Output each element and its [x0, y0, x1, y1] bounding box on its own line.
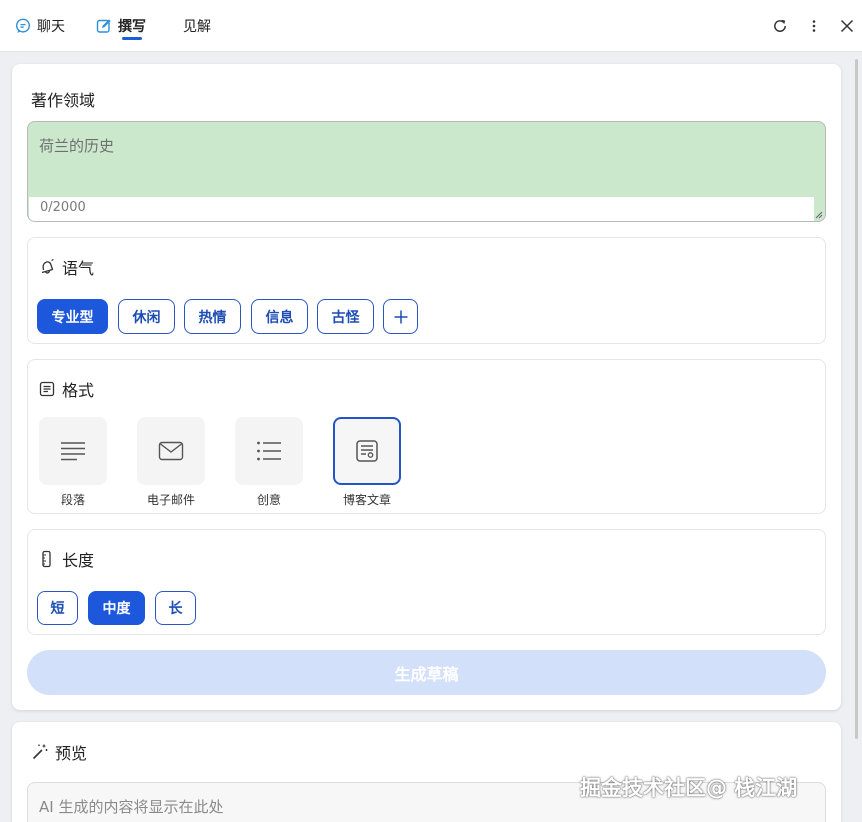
top-bar: 聊天 撰写 见解 — [0, 0, 862, 52]
format-tile — [137, 417, 205, 485]
preview-placeholder: AI 生成的内容将显示在此处 — [39, 798, 224, 816]
format-tile — [333, 417, 401, 485]
add-tone-button[interactable] — [383, 299, 418, 334]
tone-chip-label: 热情 — [198, 309, 227, 326]
tone-chip-professional[interactable]: 专业型 — [37, 299, 108, 334]
format-tile — [39, 417, 107, 485]
topic-field[interactable]: 0/2000 — [27, 121, 826, 222]
scrollbar-thumb[interactable] — [855, 59, 858, 739]
format-option-paragraph[interactable]: 段落 — [38, 417, 108, 508]
tone-section: 语气 专业型 休闲 热情 信息 古怪 — [27, 237, 826, 344]
length-section: 长度 短 中度 长 — [27, 529, 826, 635]
format-tile — [235, 417, 303, 485]
length-header: 长度 — [38, 547, 94, 571]
close-button[interactable] — [836, 15, 858, 37]
blog-post-icon — [356, 440, 378, 462]
tone-chip-informational[interactable]: 信息 — [251, 299, 308, 334]
tone-chip-label: 专业型 — [51, 309, 94, 326]
length-chip-long[interactable]: 长 — [155, 591, 196, 625]
refresh-button[interactable] — [769, 15, 791, 37]
compose-icon — [96, 19, 111, 33]
tab-compose-label: 撰写 — [118, 19, 146, 35]
tone-chip-enthusiastic[interactable]: 热情 — [184, 299, 241, 334]
format-label: 电子邮件 — [146, 493, 195, 507]
paragraph-icon — [61, 442, 85, 461]
tone-chip-label: 古怪 — [331, 309, 360, 326]
format-label: 创意 — [256, 493, 281, 507]
format-label: 博客文章 — [342, 493, 391, 507]
magic-wand-icon — [32, 744, 48, 760]
preview-title: 预览 — [55, 744, 88, 763]
tab-chat-label: 聊天 — [37, 19, 65, 35]
chat-bubble-icon — [15, 18, 31, 33]
tone-chip-label: 信息 — [265, 309, 294, 326]
tone-chip-funny[interactable]: 古怪 — [317, 299, 374, 334]
format-option-ideas[interactable]: 创意 — [234, 417, 304, 508]
list-icon — [257, 441, 281, 461]
length-chip-label: 短 — [50, 601, 65, 617]
scrollbar[interactable] — [850, 53, 862, 822]
tone-chip-casual[interactable]: 休闲 — [118, 299, 175, 334]
topic-counter-bar: 0/2000 — [29, 197, 814, 221]
document-icon — [39, 381, 55, 397]
close-icon — [840, 19, 854, 33]
format-section: 格式 段落 电子邮件 创意 博客文章 — [27, 359, 826, 514]
tone-header: 语气 — [38, 255, 94, 279]
ruler-icon — [42, 550, 51, 568]
tab-chat[interactable]: 聊天 — [15, 16, 65, 36]
format-option-email[interactable]: 电子邮件 — [136, 417, 206, 508]
tone-title: 语气 — [62, 259, 95, 278]
bell-icon — [41, 258, 54, 274]
format-title: 格式 — [62, 381, 95, 400]
more-vertical-icon — [812, 20, 816, 32]
length-chip-label: 长 — [168, 601, 183, 617]
tab-insights-label: 见解 — [183, 19, 211, 35]
watermark: 掘金技术社区@ 栈江湖 — [580, 776, 798, 800]
topic-char-counter: 0/2000 — [40, 200, 86, 215]
format-label: 段落 — [60, 493, 85, 507]
more-button[interactable] — [803, 15, 825, 37]
preview-header: 预览 — [31, 740, 87, 764]
length-chip-medium[interactable]: 中度 — [88, 591, 145, 625]
length-title: 长度 — [62, 551, 95, 570]
tab-insights[interactable]: 见解 — [183, 16, 211, 36]
topic-title: 著作领域 — [31, 91, 96, 110]
format-option-blog-post[interactable]: 博客文章 — [332, 417, 402, 508]
refresh-icon — [774, 19, 786, 32]
plus-icon — [394, 310, 407, 323]
compose-card: 著作领域 0/2000 语气 专业型 休闲 热情 信息 古怪 — [12, 64, 841, 710]
tab-compose[interactable]: 撰写 — [96, 16, 146, 36]
length-chip-label: 中度 — [102, 601, 131, 617]
length-chip-short[interactable]: 短 — [37, 591, 78, 625]
resize-grip-icon[interactable] — [813, 209, 823, 219]
mail-icon — [158, 441, 184, 461]
topic-input[interactable] — [28, 122, 825, 198]
tone-chip-label: 休闲 — [132, 309, 161, 326]
format-header: 格式 — [38, 377, 94, 401]
active-tab-indicator — [122, 37, 142, 40]
generate-draft-button[interactable]: 生成草稿 — [27, 650, 826, 695]
